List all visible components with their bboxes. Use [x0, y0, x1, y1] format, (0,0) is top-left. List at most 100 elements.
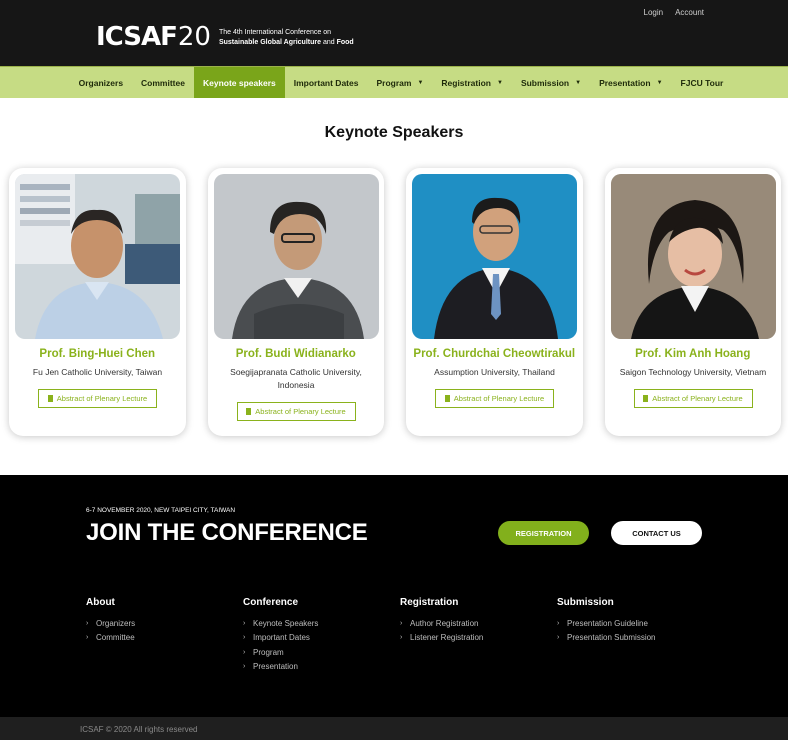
- footer-link[interactable]: › Committee: [86, 631, 135, 646]
- logo-tagline-part2: Food: [336, 39, 354, 46]
- chevron-down-icon: ▼: [575, 79, 582, 86]
- registration-button[interactable]: REGISTRATION: [498, 521, 589, 545]
- chevron-right-icon: ›: [557, 619, 560, 627]
- page-title: Keynote Speakers: [324, 124, 464, 141]
- speaker-card: Prof. Churdchai Cheowtirakul Assumption …: [406, 168, 583, 436]
- site-logo[interactable]: ICSAF 20 The 4th International Conferenc…: [96, 24, 354, 50]
- copyright-text: ICSAF © 2020 All rights reserved: [80, 725, 198, 734]
- nav-label: Organizers: [78, 77, 124, 88]
- top-links: Login Account: [644, 8, 704, 17]
- speaker-photo: [610, 174, 776, 339]
- logo-tagline: The 4th International Conference on Sust…: [219, 28, 354, 48]
- speaker-photo: [15, 174, 180, 339]
- footer-link[interactable]: › Program: [243, 645, 318, 660]
- abstract-button[interactable]: Abstract of Plenary Lecture: [38, 389, 157, 408]
- nav-presentation[interactable]: Presentation ▼: [590, 67, 671, 98]
- footer-link-label: Presentation Guideline: [567, 618, 648, 628]
- footer-link[interactable]: › Presentation Submission: [557, 631, 656, 646]
- footer-link[interactable]: › Keynote Speakers: [243, 616, 318, 631]
- site-header: Login Account ICSAF 20 The 4th Internati…: [0, 0, 788, 66]
- speaker-name: Prof. Churdchai Cheowtirakul: [413, 348, 576, 360]
- footer-column-submission: Submission › Presentation Guideline › Pres…: [557, 597, 656, 645]
- footer-link[interactable]: › Organizers: [86, 616, 135, 631]
- chevron-right-icon: ›: [400, 634, 403, 642]
- nav-committee[interactable]: Committee: [132, 67, 194, 98]
- footer-heading: Registration: [400, 597, 459, 608]
- chevron-down-icon: ▼: [656, 79, 663, 86]
- logo-tagline-and: and: [322, 39, 335, 46]
- site-footer: 6-7 NOVEMBER 2020, NEW TAIPEI CITY, TAIW…: [0, 475, 788, 717]
- nav-organizers[interactable]: Organizers: [70, 67, 132, 98]
- chevron-right-icon: ›: [86, 634, 89, 642]
- speaker-card: Prof. Budi Widianarko Soegijapranata Cat…: [207, 168, 384, 436]
- nav-important-dates[interactable]: Important Dates: [285, 67, 368, 98]
- abstract-button[interactable]: Abstract of Plenary Lecture: [633, 389, 753, 408]
- nav-label: Keynote speakers: [202, 77, 276, 88]
- logo-year: 20: [177, 22, 211, 52]
- speaker-card: Prof. Kim Anh Hoang Saigon Technology Un…: [604, 168, 781, 436]
- footer-link[interactable]: › Listener Registration: [400, 631, 483, 646]
- speaker-photo: [213, 174, 379, 339]
- contact-us-button[interactable]: CONTACT US: [611, 521, 702, 545]
- abstract-button-label: Abstract of Plenary Lecture: [652, 394, 743, 403]
- footer-link[interactable]: › Presentation: [243, 660, 318, 675]
- abstract-button[interactable]: Abstract of Plenary Lecture: [435, 389, 554, 408]
- document-icon: [246, 408, 252, 415]
- nav-label: Registration: [441, 77, 491, 88]
- document-icon: [47, 395, 53, 402]
- speaker-photo: [412, 174, 577, 339]
- logo-tagline-line2: Sustainable Global Agriculture and Food: [219, 38, 354, 48]
- footer-link[interactable]: › Presentation Guideline: [557, 616, 656, 631]
- speaker-cards: Prof. Bing-Huei Chen Fu Jen Catholic Uni…: [9, 168, 781, 436]
- main-nav: Organizers Committee Keynote speakers Im…: [0, 66, 788, 98]
- login-link[interactable]: Login: [644, 8, 664, 17]
- nav-label: Important Dates: [293, 77, 359, 88]
- abstract-button-label: Abstract of Plenary Lecture: [255, 407, 346, 416]
- logo-tagline-line1: The 4th International Conference on: [218, 29, 332, 36]
- logo-name: ICSAF: [96, 22, 178, 52]
- nav-label: Presentation: [599, 77, 651, 88]
- speaker-name: Prof. Budi Widianarko: [235, 348, 356, 360]
- footer-link[interactable]: › Important Dates: [243, 631, 318, 646]
- footer-link-label: Listener Registration: [410, 633, 484, 643]
- footer-link-label: Presentation Submission: [567, 633, 656, 643]
- footer-column-conference: Conference › Keynote Speakers › Important …: [243, 597, 318, 674]
- footer-heading: Conference: [243, 597, 299, 608]
- nav-label: Committee: [141, 77, 185, 88]
- footer-link-label: Important Dates: [253, 633, 310, 643]
- logo-tagline-part1: Sustainable Global Agriculture: [218, 39, 321, 46]
- footer-link-label: Organizers: [96, 618, 136, 628]
- speaker-affiliation: Assumption University, Thailand: [434, 367, 555, 377]
- chevron-right-icon: ›: [557, 634, 560, 642]
- speaker-card: Prof. Bing-Huei Chen Fu Jen Catholic Uni…: [9, 168, 186, 436]
- nav-keynote-speakers[interactable]: Keynote speakers: [193, 67, 285, 98]
- nav-program[interactable]: Program ▼: [367, 67, 432, 98]
- chevron-right-icon: ›: [243, 648, 246, 656]
- account-link[interactable]: Account: [675, 8, 704, 17]
- nav-fjcu-tour[interactable]: FJCU Tour: [672, 67, 733, 98]
- speaker-affiliation: Saigon Technology University, Vietnam: [619, 367, 767, 377]
- copyright-bar: ICSAF © 2020 All rights reserved: [0, 717, 788, 740]
- nav-label: Submission: [520, 77, 570, 88]
- nav-label: FJCU Tour: [680, 77, 724, 88]
- speaker-name: Prof. Kim Anh Hoang: [635, 348, 751, 360]
- footer-link-label: Committee: [96, 633, 135, 643]
- chevron-right-icon: ›: [86, 619, 89, 627]
- chevron-down-icon: ▼: [496, 79, 503, 86]
- nav-registration[interactable]: Registration ▼: [432, 67, 512, 98]
- footer-link-label: Presentation: [253, 662, 298, 672]
- nav-submission[interactable]: Submission ▼: [512, 67, 590, 98]
- event-date: 6-7 NOVEMBER 2020, NEW TAIPEI CITY, TAIW…: [86, 507, 236, 514]
- document-icon: [444, 395, 450, 402]
- footer-link-label: Program: [253, 647, 284, 657]
- chevron-right-icon: ›: [243, 663, 246, 671]
- footer-heading: Submission: [557, 597, 614, 608]
- abstract-button-label: Abstract of Plenary Lecture: [56, 394, 148, 403]
- footer-link-label: Author Registration: [410, 618, 479, 628]
- abstract-button-label: Abstract of Plenary Lecture: [453, 394, 545, 403]
- join-headline: JOIN THE CONFERENCE: [86, 519, 368, 546]
- abstract-button[interactable]: Abstract of Plenary Lecture: [236, 402, 356, 421]
- nav-label: Program: [376, 77, 412, 88]
- footer-link[interactable]: › Author Registration: [400, 616, 483, 631]
- chevron-right-icon: ›: [243, 619, 246, 627]
